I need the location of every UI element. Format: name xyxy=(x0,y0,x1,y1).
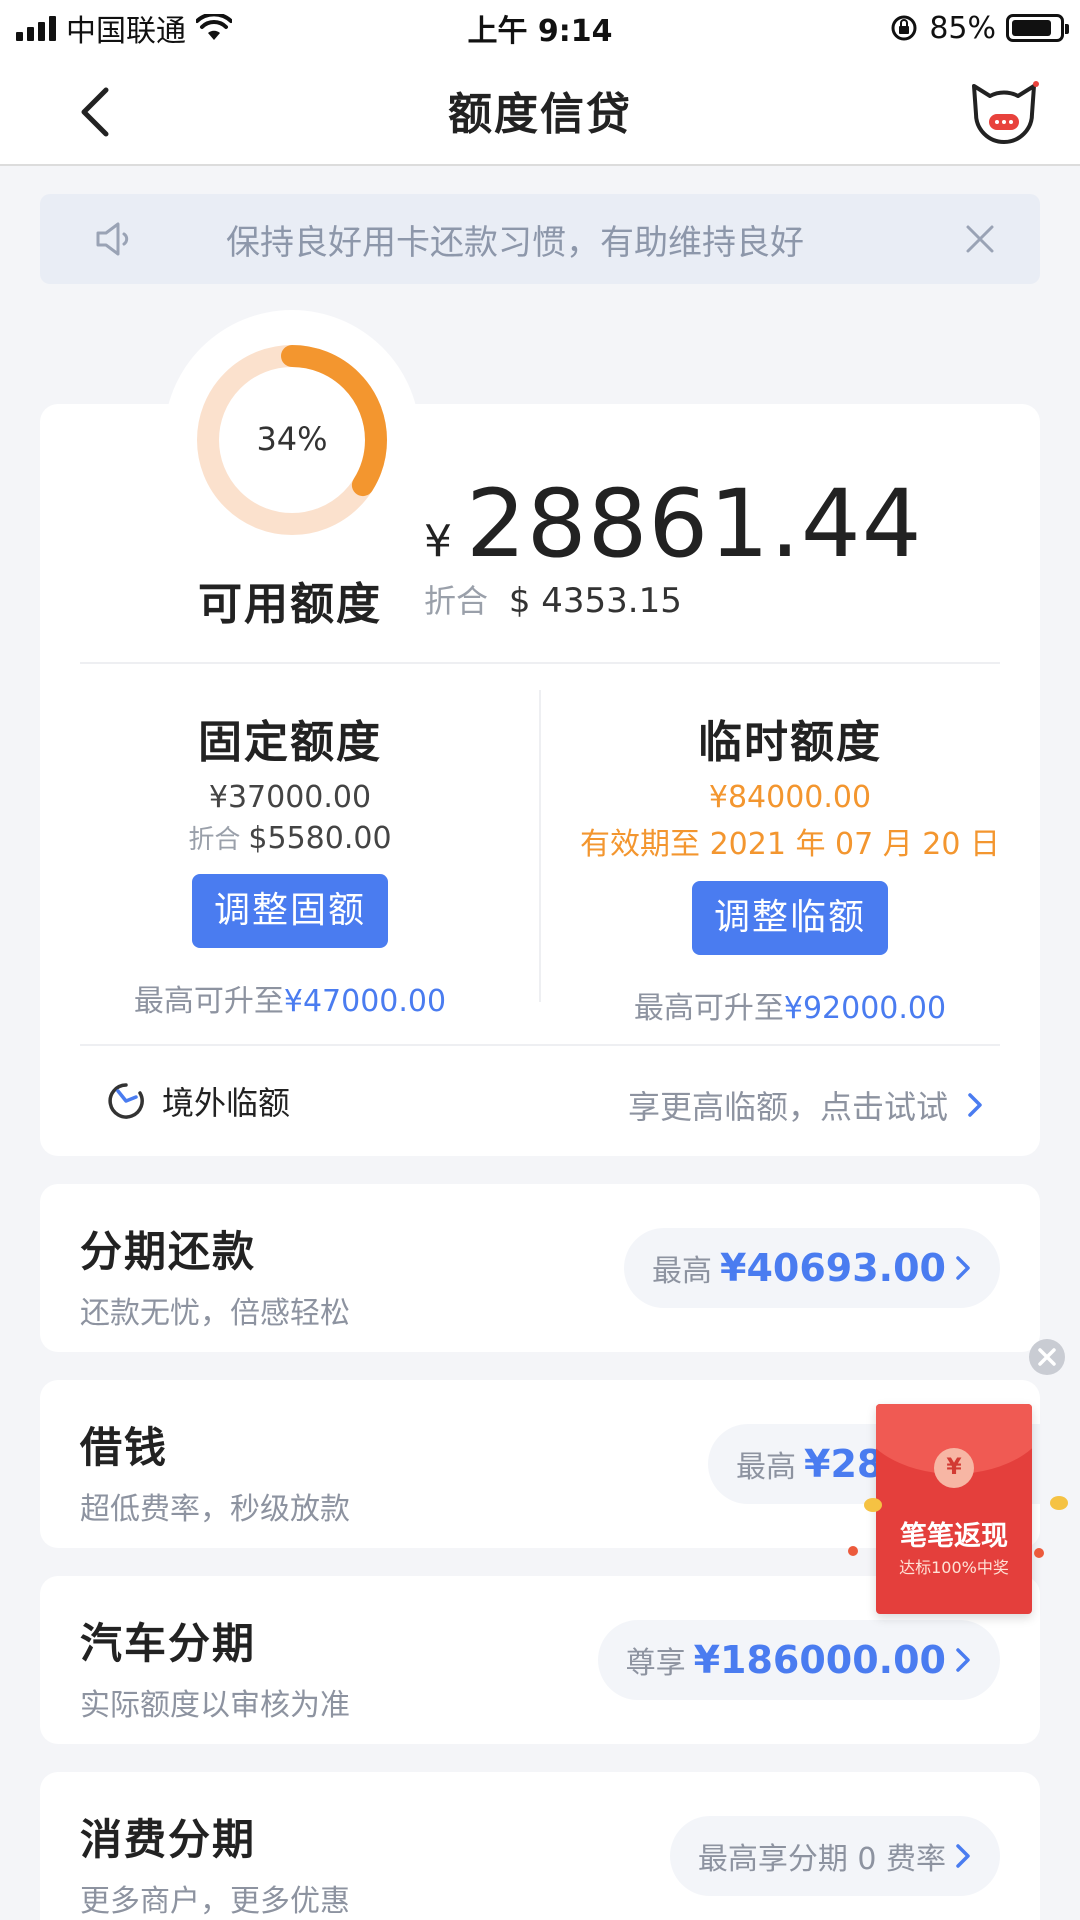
max-amount: ¥47000.00 xyxy=(283,984,447,1019)
nav-bar: 额度信贷 xyxy=(0,56,1080,166)
status-bar: 中国联通 上午 9:14 85% xyxy=(0,0,1080,56)
rotation-lock-icon xyxy=(891,15,917,41)
cashback-promo-envelope[interactable]: ¥ 笔笔返现 达标100%中奖 xyxy=(876,1404,1032,1614)
fixed-limit-usd: 折合 $5580.00 xyxy=(60,819,520,856)
usd-value: $ 4353.15 xyxy=(508,581,682,621)
chevron-right-icon xyxy=(956,1648,970,1672)
list-item-pill[interactable]: 最高 ¥40693.00 xyxy=(624,1228,1000,1308)
battery-percent: 85% xyxy=(929,10,996,46)
chevron-right-icon xyxy=(968,1093,982,1117)
speaker-icon xyxy=(96,222,129,256)
fixed-limit-section: 固定额度 ¥37000.00 折合 $5580.00 调整固额 最高可升至¥470… xyxy=(60,706,520,1020)
notice-text: 保持良好用卡还款习惯，有助维持良好 xyxy=(226,222,804,263)
carrier-label: 中国联通 xyxy=(66,14,186,49)
assistant-cat-icon[interactable] xyxy=(966,74,1042,148)
divider xyxy=(539,690,541,1002)
temp-max-text: 最高可升至¥92000.00 xyxy=(560,983,1020,1027)
overseas-limit-hint: 享更高临额，点击试试 xyxy=(627,1088,948,1126)
wifi-icon xyxy=(196,14,232,40)
close-icon[interactable] xyxy=(960,219,1000,259)
adjust-fixed-button[interactable]: 调整固额 xyxy=(192,874,388,948)
back-arrow-icon[interactable] xyxy=(72,84,122,140)
available-amount-value: 28861.44 xyxy=(466,470,923,579)
pill-label: 尊享 xyxy=(625,1646,686,1681)
promo-title: 笔笔返现 xyxy=(900,1521,1008,1552)
temp-limit-title: 临时额度 xyxy=(698,717,882,768)
list-item-pill[interactable]: 尊享 ¥186000.00 xyxy=(597,1620,1000,1700)
promo-subtitle: 达标100%中奖 xyxy=(899,1558,1009,1577)
pill-value: ¥186000.00 xyxy=(693,1638,946,1682)
max-label: 最高可升至 xyxy=(633,991,784,1026)
temp-limit-amount: ¥84000.00 xyxy=(708,780,872,815)
temp-limit-section: 临时额度 ¥84000.00 有效期至 2021 年 07 月 20 日 调整临… xyxy=(560,706,1020,1027)
divider xyxy=(80,662,1000,664)
usd-value: $5580.00 xyxy=(248,821,392,856)
list-item-title: 消费分期 xyxy=(80,1815,257,1864)
fixed-limit-amount: ¥37000.00 xyxy=(208,780,372,815)
fixed-max-text: 最高可升至¥47000.00 xyxy=(60,976,520,1020)
fixed-limit-title: 固定额度 xyxy=(198,717,382,768)
list-item-installment[interactable]: 分期还款 还款无忧，倍感轻松 最高 ¥40693.00 xyxy=(40,1184,1040,1352)
adjust-temp-button[interactable]: 调整临额 xyxy=(692,881,888,955)
pill-value: ¥40693.00 xyxy=(720,1246,946,1290)
promo-close-icon[interactable] xyxy=(1028,1338,1066,1376)
pill-label: 最高 xyxy=(736,1450,796,1485)
max-amount: ¥92000.00 xyxy=(783,991,947,1026)
list-item-subtitle: 还款无忧，倍感轻松 xyxy=(80,1296,350,1331)
usd-label: 折合 xyxy=(424,582,489,620)
list-item-consumer-installment[interactable]: 消费分期 更多商户，更多优惠 最高享分期 0 费率 xyxy=(40,1772,1040,1920)
list-item-title: 借钱 xyxy=(80,1423,169,1472)
page-title: 额度信贷 xyxy=(448,89,632,140)
plane-clock-icon xyxy=(108,1083,144,1119)
pill-value: ¥28 xyxy=(804,1442,884,1486)
currency-symbol: ¥ xyxy=(424,516,452,567)
notice-bar[interactable]: 保持良好用卡还款习惯，有助维持良好 xyxy=(40,194,1040,284)
status-time: 上午 9:14 xyxy=(467,14,613,49)
confetti-icon xyxy=(1034,1548,1044,1558)
temp-limit-validity: 有效期至 2021 年 07 月 20 日 xyxy=(580,827,1000,862)
list-item-subtitle: 更多商户，更多优惠 xyxy=(80,1884,350,1919)
gold-coin-icon xyxy=(864,1498,882,1512)
pill-label: 最高 xyxy=(652,1254,713,1289)
list-item-pill[interactable]: 最高享分期 0 费率 xyxy=(669,1816,1000,1896)
list-item-subtitle: 实际额度以审核为准 xyxy=(80,1688,350,1723)
max-label: 最高可升至 xyxy=(133,984,284,1019)
usage-percent-label: 34% xyxy=(256,420,328,458)
divider xyxy=(80,1044,1000,1046)
confetti-icon xyxy=(848,1546,858,1556)
cellular-signal-icon xyxy=(16,15,56,41)
chevron-right-icon xyxy=(956,1844,970,1868)
list-item-title: 分期还款 xyxy=(80,1227,257,1276)
overseas-limit-row[interactable]: 境外临额 xyxy=(104,1078,290,1124)
available-usd: 折合 $ 4353.15 xyxy=(424,576,682,622)
gold-coin-icon xyxy=(1050,1496,1068,1510)
list-item-subtitle: 超低费率，秒级放款 xyxy=(80,1492,350,1527)
list-item-title: 汽车分期 xyxy=(80,1619,257,1668)
pill-label: 最高享分期 0 费率 xyxy=(697,1842,946,1877)
chevron-right-icon xyxy=(956,1256,970,1280)
available-credit-label: 可用额度 xyxy=(198,579,382,630)
overseas-limit-link[interactable]: 享更高临额，点击试试 xyxy=(628,1082,984,1128)
coin-icon: ¥ xyxy=(934,1448,974,1488)
available-amount: ¥ 28861.44 xyxy=(424,470,923,579)
usd-label: 折合 xyxy=(188,825,241,855)
overseas-limit-label: 境外临额 xyxy=(162,1084,291,1122)
battery-icon xyxy=(1006,14,1069,42)
